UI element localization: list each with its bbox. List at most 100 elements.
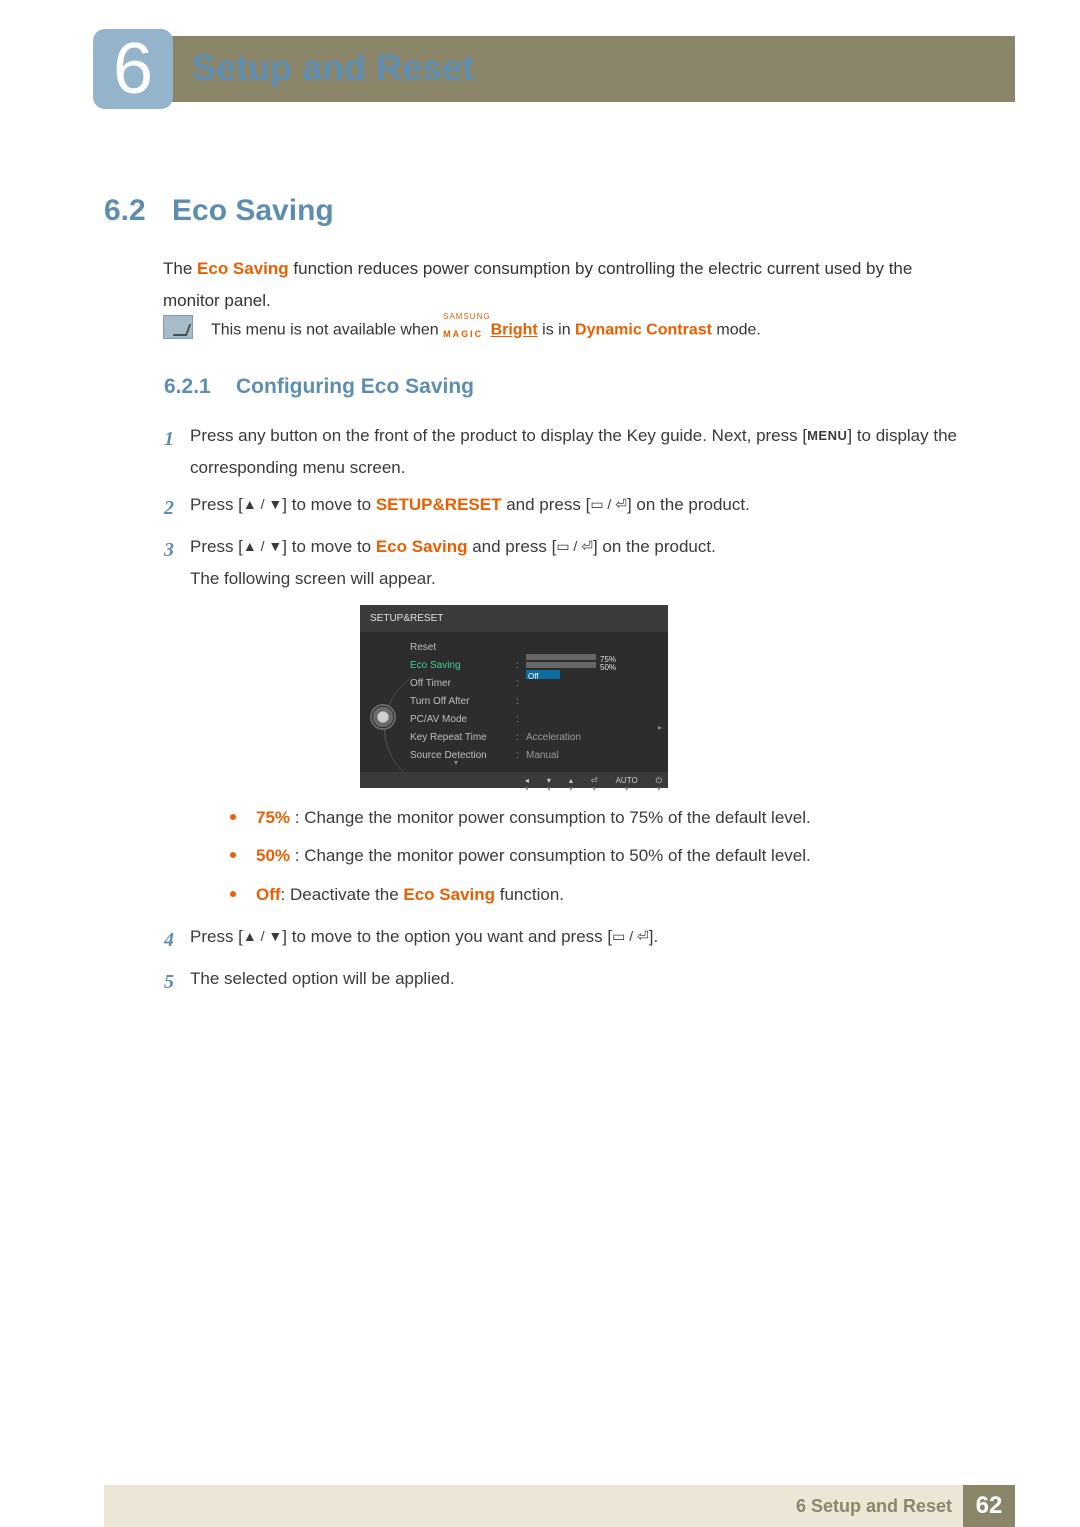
step-keyword: SETUP&RESET (376, 495, 502, 514)
bullet-text: : Change the monitor power consumption t… (290, 808, 811, 827)
step-5: 5 The selected option will be applied. (164, 963, 974, 1001)
step-body: The selected option will be applied. (190, 963, 974, 1001)
note-suffix: mode. (712, 322, 761, 339)
section-title: Eco Saving (172, 194, 334, 228)
bullet-dot-icon (230, 891, 236, 897)
intro-feature: Eco Saving (197, 259, 289, 278)
note-prefix: This menu is not available when (211, 322, 443, 339)
osd-footer-enter-icon: ⏎ (591, 773, 598, 788)
step-4: 4 Press [▲ / ▼] to move to the option yo… (164, 921, 974, 959)
osd-bar-75 (526, 654, 596, 660)
step-number: 5 (164, 963, 190, 1001)
osd-value-source-detection: Manual (526, 746, 559, 765)
osd-option-off: Off (528, 669, 539, 684)
osd-colon: : (516, 728, 526, 747)
menu-key-label: MENU (807, 428, 847, 443)
subsection-title: Configuring Eco Saving (236, 375, 474, 399)
step-text: and press [ (467, 537, 556, 556)
step-text: ]. (649, 927, 658, 946)
bullet-text: : Change the monitor power consumption t… (290, 846, 811, 865)
intro-prefix: The (163, 259, 197, 278)
up-down-arrows-icon: ▲ / ▼ (243, 496, 282, 512)
enter-icon: ▭ / ⏎ (590, 496, 627, 512)
enter-icon: ▭ / ⏎ (556, 538, 593, 554)
enter-icon: ▭ / ⏎ (612, 928, 649, 944)
step-keyword: Eco Saving (376, 537, 468, 556)
osd-colon: : (516, 692, 526, 711)
note-row: This menu is not available when SAMSUNG M… (163, 314, 973, 340)
magic-magic-label: MAGIC (443, 329, 483, 339)
step-text: and press [ (501, 495, 590, 514)
osd-footer: ◂ ▾ ▴ ⏎ AUTO ⏻ (360, 772, 668, 788)
up-down-arrows-icon: ▲ / ▼ (243, 538, 282, 554)
osd-footer-auto: AUTO (616, 773, 638, 788)
step-body: Press [▲ / ▼] to move to SETUP&RESET and… (190, 489, 974, 527)
osd-item-reset: Reset (410, 638, 516, 657)
bullet-keyword: 50% (256, 846, 290, 865)
step-2: 2 Press [▲ / ▼] to move to SETUP&RESET a… (164, 489, 974, 527)
magic-bright-label: Bright (491, 322, 538, 339)
osd-footer-back-icon: ◂ (525, 773, 529, 788)
osd-arc-decoration (384, 668, 504, 788)
magic-samsung-label: SAMSUNG (443, 312, 490, 321)
section-number: 6.2 (104, 194, 172, 228)
bullet-keyword: Off (256, 885, 281, 904)
step-1: 1 Press any button on the front of the p… (164, 420, 974, 485)
chapter-title: Setup and Reset (192, 47, 474, 89)
note-icon (163, 315, 193, 339)
osd-value-key-repeat: Acceleration (526, 728, 581, 747)
osd-footer-power-icon: ⏻ (656, 773, 662, 788)
osd-footer-up-icon: ▴ (569, 773, 573, 788)
step-text: Press [ (190, 537, 243, 556)
gear-icon (370, 704, 396, 730)
bullet-75: 75% : Change the monitor power consumpti… (230, 802, 974, 834)
step-number: 3 (164, 531, 190, 917)
note-text: This menu is not available when SAMSUNG M… (211, 314, 761, 340)
step-text: Press [ (190, 495, 243, 514)
osd-body: Reset Eco Saving : 75% 50% Off (360, 632, 668, 788)
step-text: ] to move to (282, 495, 376, 514)
chevron-right-icon: ▸ (658, 720, 662, 735)
osd-colon: : (516, 656, 526, 675)
step-body: Press [▲ / ▼] to move to the option you … (190, 921, 974, 959)
bullet-text: : Deactivate the (281, 885, 404, 904)
bullet-dot-icon (230, 814, 236, 820)
step-body: Press any button on the front of the pro… (190, 420, 974, 485)
step-text: ] to move to (282, 537, 376, 556)
steps-list: 1 Press any button on the front of the p… (164, 420, 974, 1005)
bullet-keyword: 75% (256, 808, 290, 827)
step-following-text: The following screen will appear. (190, 563, 974, 595)
chapter-number-badge: 6 (93, 29, 173, 109)
subsection-heading: 6.2.1 Configuring Eco Saving (164, 375, 474, 399)
step-number: 2 (164, 489, 190, 527)
osd-title: SETUP&RESET (360, 605, 668, 632)
dynamic-contrast-label: Dynamic Contrast (575, 322, 712, 339)
osd-colon: : (516, 746, 526, 765)
step-number: 1 (164, 420, 190, 485)
step-text: ] to move to the option you want and pre… (282, 927, 612, 946)
bullet-off: Off: Deactivate the Eco Saving function. (230, 879, 974, 911)
footer-chapter-title: 6 Setup and Reset (796, 1496, 952, 1517)
osd-option-50: 50% (600, 660, 616, 675)
step-number: 4 (164, 921, 190, 959)
section-heading: 6.2 Eco Saving (104, 194, 1015, 228)
bullet-keyword-2: Eco Saving (403, 885, 495, 904)
bullet-50: 50% : Change the monitor power consumpti… (230, 840, 974, 872)
osd-eco-options: 75% 50% Off (526, 654, 636, 676)
up-down-arrows-icon: ▲ / ▼ (243, 928, 282, 944)
step-text: Press any button on the front of the pro… (190, 426, 807, 445)
subsection-number: 6.2.1 (164, 375, 236, 399)
step-text: ] on the product. (627, 495, 750, 514)
osd-colon: : (516, 710, 526, 729)
bullet-suffix: function. (495, 885, 564, 904)
footer-page-number: 62 (963, 1485, 1015, 1527)
section-intro: The Eco Saving function reduces power co… (163, 253, 973, 318)
option-bullet-list: 75% : Change the monitor power consumpti… (230, 802, 974, 911)
step-body: Press [▲ / ▼] to move to Eco Saving and … (190, 531, 974, 917)
osd-colon: : (516, 674, 526, 693)
step-text: ] on the product. (593, 537, 716, 556)
osd-bar-50 (526, 662, 596, 668)
bullet-dot-icon (230, 852, 236, 858)
step-3: 3 Press [▲ / ▼] to move to Eco Saving an… (164, 531, 974, 917)
chevron-down-icon: ▾ (454, 755, 458, 770)
